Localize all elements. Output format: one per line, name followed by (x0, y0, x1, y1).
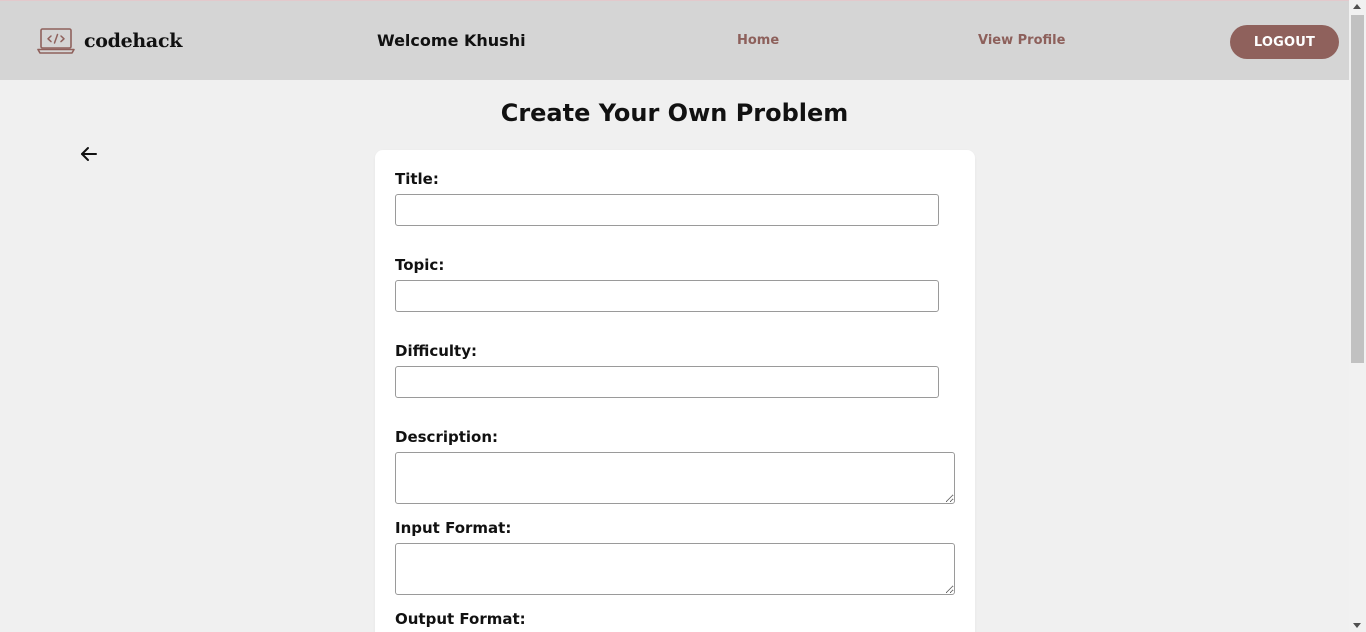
laptop-code-icon (37, 28, 75, 54)
topic-label: Topic: (395, 256, 445, 274)
app-window: codehack Welcome Khushi Home View Profil… (0, 0, 1366, 632)
topic-input[interactable] (395, 280, 939, 312)
brand-logo[interactable]: codehack (37, 26, 182, 56)
arrow-left-icon[interactable] (78, 143, 100, 165)
output-format-label: Output Format: (395, 610, 526, 628)
description-label: Description: (395, 428, 499, 446)
page-title: Create Your Own Problem (500, 99, 849, 127)
nav-link-view-profile[interactable]: View Profile (978, 33, 1065, 48)
scroll-down-icon[interactable] (1353, 623, 1361, 628)
vertical-scrollbar[interactable] (1349, 0, 1366, 632)
brand-name: codehack (84, 30, 183, 52)
title-label: Title: (395, 170, 439, 188)
welcome-message: Welcome Khushi (377, 31, 526, 50)
logout-button[interactable]: LOGOUT (1230, 25, 1339, 59)
description-textarea[interactable] (395, 452, 955, 504)
difficulty-input[interactable] (395, 366, 939, 398)
scroll-up-icon[interactable] (1353, 4, 1361, 9)
top-navbar: codehack Welcome Khushi Home View Profil… (0, 0, 1349, 80)
nav-link-home[interactable]: Home (737, 33, 779, 48)
input-format-label: Input Format: (395, 519, 512, 537)
title-input[interactable] (395, 194, 939, 226)
input-format-textarea[interactable] (395, 543, 955, 595)
scrollbar-thumb[interactable] (1351, 15, 1364, 363)
create-problem-form: Title: Topic: Difficulty: Description: I… (375, 150, 975, 632)
difficulty-label: Difficulty: (395, 342, 477, 360)
